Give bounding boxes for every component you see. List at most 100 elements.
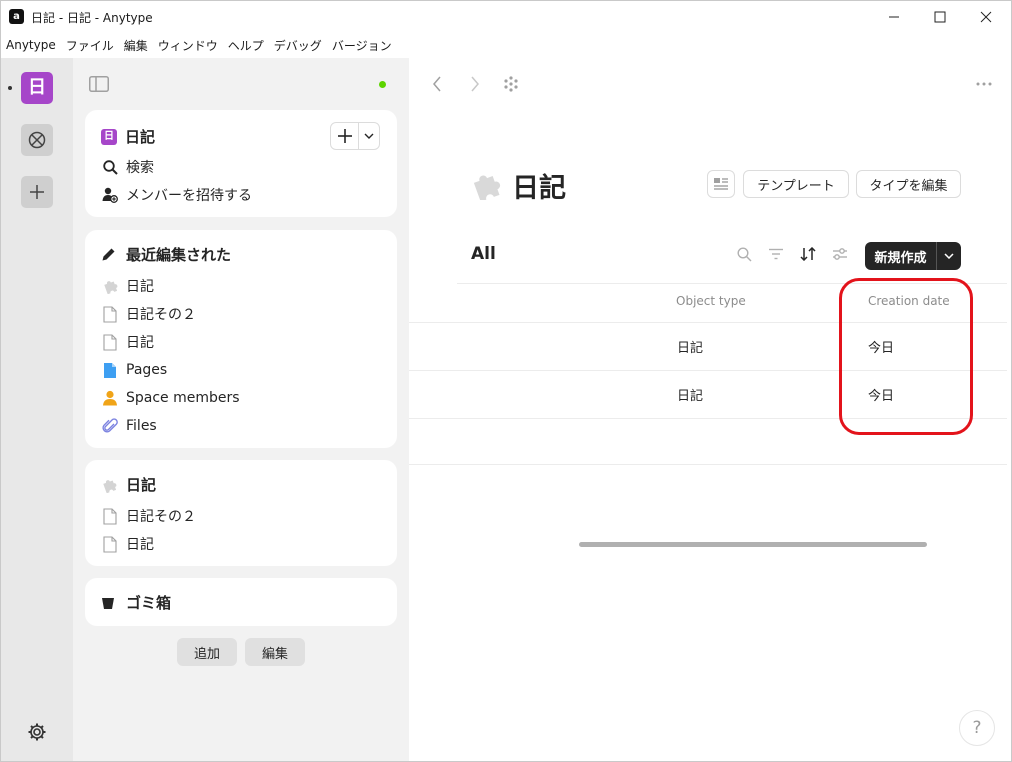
edit-type-button[interactable]: タイプを編集: [856, 170, 961, 198]
plus-icon: [337, 129, 352, 143]
recent-item[interactable]: Pages: [101, 360, 167, 380]
invite-member-item[interactable]: メンバーを招待する: [101, 185, 252, 205]
recent-widget-title[interactable]: 最近編集された: [101, 244, 231, 265]
horizontal-scrollbar[interactable]: [579, 542, 927, 547]
recent-item[interactable]: 日記: [101, 276, 154, 296]
plus-icon: [30, 185, 44, 199]
page-icon: [101, 333, 119, 351]
chevron-right-icon: [471, 76, 479, 92]
view-tab-all[interactable]: All: [471, 244, 496, 264]
sort-button[interactable]: [799, 245, 817, 263]
recent-item-label: 日記その２: [126, 307, 196, 323]
search-icon: [736, 246, 751, 261]
recent-item[interactable]: Files: [101, 416, 157, 436]
new-object-button[interactable]: 新規作成: [865, 242, 937, 270]
new-object-menu-button[interactable]: [937, 242, 961, 270]
recent-item[interactable]: 日記: [101, 332, 154, 352]
recent-item[interactable]: 日記その２: [101, 304, 196, 324]
filter-icon: [769, 248, 783, 260]
type-widget-item[interactable]: 日記: [101, 534, 154, 554]
recent-widget-label: 最近編集された: [126, 246, 232, 264]
window-title: 日記 - 日記 - Anytype: [31, 11, 153, 25]
settings-button[interactable]: [25, 720, 49, 744]
template-button[interactable]: テンプレート: [743, 170, 849, 198]
graph-button[interactable]: [501, 74, 521, 94]
sidebar: 日 日記 検索 メンバーを招待する 最近編集された 日記 日記その２ 日記 Pa…: [73, 58, 409, 761]
search-item[interactable]: 検索: [101, 157, 154, 177]
invite-member-label: メンバーを招待する: [126, 188, 252, 204]
menu-version[interactable]: バージョン: [332, 37, 392, 54]
menu-help[interactable]: ヘルプ: [228, 37, 264, 54]
space-title[interactable]: 日 日記: [101, 126, 155, 147]
space-badge-icon: 日: [101, 128, 117, 145]
help-button[interactable]: ?: [959, 710, 995, 746]
pencil-icon: [101, 247, 119, 262]
pages-icon: [101, 361, 119, 379]
trash-icon: [101, 596, 119, 610]
gallery-button[interactable]: [21, 124, 53, 156]
bin-widget[interactable]: ゴミ箱: [85, 578, 397, 626]
menu-window[interactable]: ウィンドウ: [158, 37, 218, 54]
recent-item-label: Pages: [126, 362, 168, 378]
create-object-group: [330, 122, 380, 150]
maximize-button[interactable]: [917, 1, 963, 33]
recent-item-label: Files: [126, 418, 157, 434]
main-content: 日記 テンプレート タイプを編集 All 新規作成 Object type Cr…: [409, 58, 1011, 761]
type-widget-item-label: 日記その２: [126, 509, 196, 525]
type-widget-item[interactable]: 日記その２: [101, 506, 196, 526]
space-button[interactable]: 日: [21, 72, 53, 104]
close-button[interactable]: [963, 1, 1009, 33]
edit-widgets-button[interactable]: 編集: [245, 638, 305, 666]
sync-status-dot: [379, 81, 386, 88]
type-widget-label: 日記: [126, 476, 157, 494]
menu-debug[interactable]: デバッグ: [274, 37, 322, 54]
page-icon: [101, 535, 119, 553]
forward-button[interactable]: [465, 74, 485, 94]
search-button[interactable]: [735, 245, 753, 263]
menu-file[interactable]: ファイル: [66, 37, 114, 54]
add-space-button[interactable]: [21, 176, 53, 208]
create-object-button[interactable]: [331, 123, 359, 149]
type-puzzle-icon: [473, 175, 501, 200]
menu-bar: Anytype ファイル 編集 ウィンドウ ヘルプ デバッグ バージョン: [1, 34, 1011, 56]
create-object-menu-button[interactable]: [359, 123, 379, 149]
search-label: 検索: [126, 160, 154, 176]
add-widget-button[interactable]: 追加: [177, 638, 237, 666]
puzzle-icon: [101, 477, 119, 493]
menu-edit[interactable]: 編集: [124, 37, 148, 54]
graph-icon: [504, 76, 518, 92]
object-title[interactable]: 日記: [512, 166, 566, 205]
layout-icon: [714, 178, 728, 190]
recent-item-label: Space members: [126, 390, 240, 406]
type-widget-title[interactable]: 日記: [101, 474, 156, 495]
active-space-indicator: [8, 86, 12, 90]
recent-item[interactable]: Space members: [101, 388, 240, 408]
minimize-button[interactable]: [871, 1, 917, 33]
type-widget: 日記 日記その２ 日記: [85, 460, 397, 566]
menu-anytype[interactable]: Anytype: [6, 38, 56, 52]
recent-item-label: 日記: [126, 279, 154, 295]
sidebar-toggle-button[interactable]: [89, 76, 109, 96]
space-card: 日 日記 検索 メンバーを招待する: [85, 110, 397, 217]
annotation-highlight: [839, 278, 973, 435]
filter-button[interactable]: [767, 245, 785, 263]
puzzle-icon: [101, 277, 119, 295]
more-options-button[interactable]: [974, 74, 994, 94]
table-bottom-divider: [409, 464, 1007, 465]
type-widget-item-label: 日記: [126, 537, 154, 553]
layout-button[interactable]: [707, 170, 735, 198]
column-header-object-type[interactable]: Object type: [676, 294, 746, 308]
search-icon: [101, 158, 119, 176]
view-settings-button[interactable]: [831, 245, 849, 263]
more-icon: [976, 82, 992, 86]
cell-object-type: 日記: [677, 389, 704, 404]
sidebar-toggle-icon: [89, 76, 109, 92]
back-button[interactable]: [427, 74, 447, 94]
cell-object-type: 日記: [677, 341, 704, 356]
gear-icon: [28, 723, 46, 741]
sort-icon: [800, 247, 816, 261]
chevron-down-icon: [944, 253, 954, 259]
space-title-label: 日記: [125, 128, 156, 146]
chevron-left-icon: [433, 76, 441, 92]
app-window: a 日記 - 日記 - Anytype Anytype ファイル 編集 ウィンド…: [0, 0, 1012, 762]
